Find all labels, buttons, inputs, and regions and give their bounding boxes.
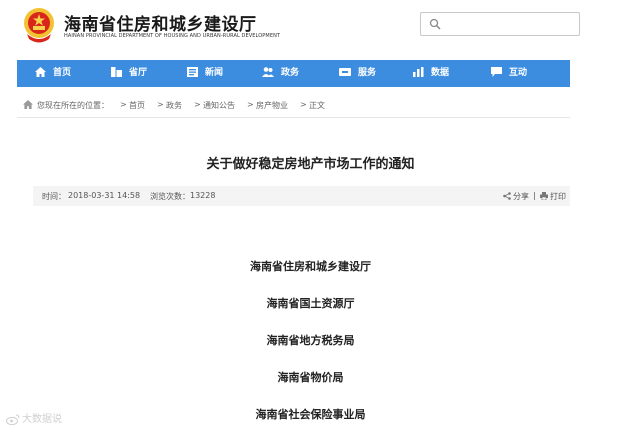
- home-icon: [35, 66, 46, 77]
- publish-time-label: 时间：: [42, 192, 66, 201]
- breadcrumb-item-government-affairs[interactable]: 政务: [166, 100, 182, 111]
- article-meta-bar: 时间： 2018-03-31 14:58 浏览次数： 13228 分享 | 打印: [33, 186, 570, 206]
- issuing-organization: 海南省地方税务局: [266, 334, 355, 347]
- nav-label: 首页: [53, 68, 72, 78]
- chat-icon: [491, 66, 502, 77]
- nav-item-data[interactable]: 数据: [413, 60, 449, 87]
- breadcrumb-separator: >: [157, 100, 164, 109]
- nav-item-government-affairs[interactable]: 政务: [262, 60, 299, 87]
- nav-item-home[interactable]: 首页: [35, 60, 71, 87]
- weibo-icon: [6, 414, 20, 425]
- national-emblem-icon: [24, 8, 54, 43]
- site-title[interactable]: 海南省住房和城乡建设厅: [64, 10, 257, 35]
- breadcrumb-separator: >: [194, 100, 201, 109]
- bar-chart-icon: [413, 66, 424, 77]
- breadcrumb-separator: >: [120, 100, 127, 109]
- nav-label: 服务: [358, 68, 377, 78]
- nav-item-services[interactable]: 服务: [339, 60, 376, 87]
- nav-label: 省厅: [129, 68, 148, 78]
- nav-label: 互动: [509, 68, 528, 78]
- print-button[interactable]: 打印: [550, 191, 566, 202]
- newspaper-icon: [187, 66, 198, 77]
- publish-time: 2018-03-31 14:58: [68, 191, 141, 200]
- nav-label: 政务: [281, 68, 300, 78]
- issuing-organization: 海南省物价局: [277, 371, 344, 384]
- meta-divider: |: [533, 191, 536, 200]
- nav-label: 新闻: [205, 68, 224, 78]
- people-icon: [262, 66, 274, 77]
- breadcrumb-separator: >: [247, 100, 254, 109]
- breadcrumb-separator: >: [300, 100, 307, 109]
- share-icon[interactable]: [503, 192, 511, 200]
- issuing-organization: 海南省国土资源厅: [266, 297, 355, 310]
- breadcrumb-item-notices[interactable]: 通知公告: [203, 100, 235, 111]
- nav-item-department[interactable]: 省厅: [111, 60, 147, 87]
- print-icon[interactable]: [540, 192, 548, 200]
- home-icon: [23, 100, 33, 109]
- issuing-organization: 海南省社会保险事业局: [255, 408, 366, 421]
- search-input[interactable]: [420, 12, 580, 36]
- view-count: 13228: [190, 191, 216, 200]
- breadcrumb-item-property[interactable]: 房产物业: [256, 100, 288, 111]
- article-title: 关于做好稳定房地产市场工作的通知: [206, 157, 415, 172]
- breadcrumb-prefix: 您现在所在的位置：: [37, 101, 109, 110]
- breadcrumb-item-home[interactable]: 首页: [129, 100, 145, 111]
- view-count-label: 浏览次数：: [150, 192, 190, 201]
- service-icon: [339, 67, 351, 76]
- nav-item-interaction[interactable]: 互动: [491, 60, 527, 87]
- issuing-organization: 海南省住房和城乡建设厅: [250, 260, 371, 273]
- share-button[interactable]: 分享: [513, 191, 529, 202]
- breadcrumb-item-current: 正文: [309, 101, 325, 110]
- site-subtitle: HAINAN PROVINCIAL DEPARTMENT OF HOUSING …: [64, 33, 281, 39]
- watermark-text: 大数据说: [22, 414, 62, 425]
- nav-label: 数据: [431, 68, 450, 78]
- nav-item-news[interactable]: 新闻: [187, 60, 223, 87]
- watermark: 大数据说: [6, 410, 62, 425]
- site-header: 海南省住房和城乡建设厅 HAINAN PROVINCIAL DEPARTMENT…: [0, 0, 621, 56]
- breadcrumb: 您现在所在的位置： > 首页 > 政务 > 通知公告 > 房产物业 > 正文: [17, 95, 570, 118]
- main-navbar: 首页 省厅 新闻 政务 服务 数据 互动: [17, 60, 570, 87]
- building-icon: [111, 66, 122, 77]
- search-icon[interactable]: [429, 18, 441, 30]
